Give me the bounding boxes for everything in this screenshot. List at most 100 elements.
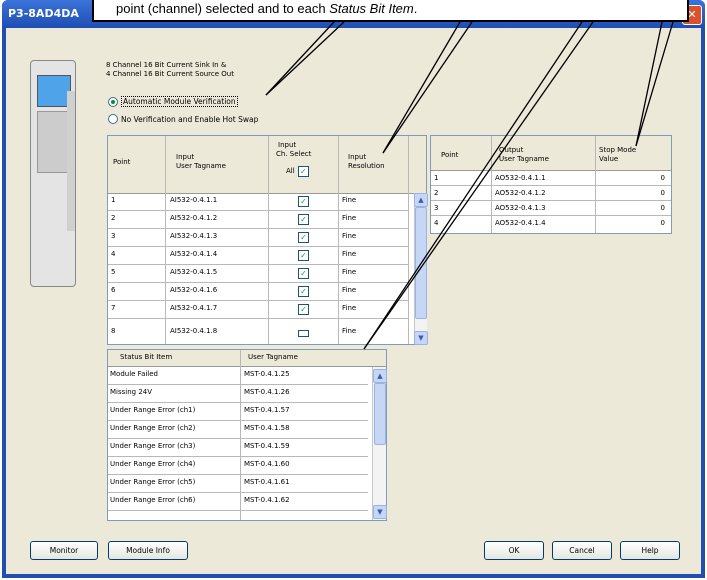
input-scrollbar[interactable]: ▲ ▼ xyxy=(414,193,428,345)
input-point: 7 xyxy=(111,304,116,312)
input-tagname[interactable]: AI532-0.4.1.3 xyxy=(170,229,217,243)
input-resolution[interactable]: Fine xyxy=(342,211,356,225)
col-header-output-2: User Tagname xyxy=(499,155,549,163)
status-item: Module Failed xyxy=(110,370,158,378)
row-divider xyxy=(108,402,368,403)
col-header-tagname-1: Input xyxy=(176,153,195,161)
col-header-user-tagname: User Tagname xyxy=(248,353,298,361)
row-divider xyxy=(108,300,408,301)
status-table-header: Status Bit Item User Tagname xyxy=(108,350,386,367)
col-divider xyxy=(240,350,241,520)
module-info-button[interactable]: Module Info xyxy=(108,541,188,560)
radio-unselected-icon xyxy=(108,114,118,124)
scroll-thumb[interactable] xyxy=(415,207,427,319)
status-item: Under Range Error (ch1) xyxy=(110,406,196,414)
input-tagname[interactable]: AI532-0.4.1.2 xyxy=(170,211,217,225)
radio-no-verification[interactable]: No Verification and Enable Hot Swap xyxy=(108,114,258,124)
input-tagname[interactable]: AI532-0.4.1.7 xyxy=(170,301,217,315)
status-tagname[interactable]: MST-0.4.1.59 xyxy=(244,439,290,453)
help-button[interactable]: Help xyxy=(620,541,680,560)
scroll-down-icon[interactable]: ▼ xyxy=(414,331,428,345)
module-description: 8 Channel 16 Bit Current Sink In & 4 Cha… xyxy=(106,61,234,79)
radio-label: Automatic Module Verification xyxy=(121,96,238,107)
description-line: 8 Channel 16 Bit Current Sink In & xyxy=(106,61,227,69)
status-scrollbar[interactable]: ▲ ▼ xyxy=(372,367,387,520)
output-stop-value[interactable]: 0 xyxy=(599,186,665,200)
output-stop-value[interactable]: 0 xyxy=(599,201,665,215)
checkmark-icon[interactable]: ✓ xyxy=(298,214,309,225)
checkmark-icon[interactable]: ✓ xyxy=(298,268,309,279)
status-tagname[interactable]: MST-0.4.1.58 xyxy=(244,421,290,435)
output-stop-value[interactable]: 0 xyxy=(599,171,665,185)
row-divider xyxy=(108,438,368,439)
status-tagname[interactable]: MST-0.4.1.26 xyxy=(244,385,290,399)
input-resolution[interactable]: Fine xyxy=(342,265,356,279)
input-resolution[interactable]: Fine xyxy=(342,301,356,315)
checkmark-icon[interactable]: ✓ xyxy=(298,304,309,315)
col-divider xyxy=(338,136,339,344)
col-header-output-1: Output xyxy=(499,146,524,154)
input-tagname[interactable]: AI532-0.4.1.4 xyxy=(170,247,217,261)
status-item: Under Range Error (ch3) xyxy=(110,442,196,450)
input-tagname[interactable]: AI532-0.4.1.1 xyxy=(170,193,217,207)
input-point: 1 xyxy=(111,196,116,204)
scroll-down-icon[interactable]: ▼ xyxy=(373,505,387,519)
output-stop-value[interactable]: 0 xyxy=(599,216,665,230)
col-divider xyxy=(408,136,409,344)
col-header-stop-2: Value xyxy=(599,155,619,163)
row-divider xyxy=(108,474,368,475)
output-point: 1 xyxy=(434,174,439,182)
status-item: Under Range Error (ch4) xyxy=(110,460,196,468)
row-divider xyxy=(431,185,671,186)
input-resolution[interactable]: Fine xyxy=(342,327,356,336)
input-resolution[interactable]: Fine xyxy=(342,247,356,261)
input-point: 6 xyxy=(111,286,116,294)
input-point: 2 xyxy=(111,214,116,222)
status-tagname[interactable]: MST-0.4.1.60 xyxy=(244,457,290,471)
col-header-status-item: Status Bit Item xyxy=(120,353,173,361)
cancel-button[interactable]: Cancel xyxy=(552,541,612,560)
ok-button[interactable]: OK xyxy=(484,541,544,560)
checkmark-icon[interactable]: ✓ xyxy=(297,166,309,177)
input-resolution[interactable]: Fine xyxy=(342,193,356,207)
status-tagname[interactable]: MST-0.4.1.62 xyxy=(244,493,290,507)
col-header-select-1: Input xyxy=(278,141,297,149)
checkmark-icon[interactable]: ✓ xyxy=(298,232,309,243)
module-image xyxy=(30,60,76,287)
scroll-up-icon[interactable]: ▲ xyxy=(414,193,428,207)
col-divider xyxy=(268,136,269,344)
row-divider xyxy=(108,420,368,421)
window-title: P3-8AD4DA xyxy=(8,7,79,20)
row-divider xyxy=(108,282,408,283)
scroll-up-icon[interactable]: ▲ xyxy=(373,369,387,383)
status-bit-table: Status Bit Item User Tagname Module Fail… xyxy=(107,349,387,521)
input-tagname[interactable]: AI532-0.4.1.6 xyxy=(170,283,217,297)
output-tagname[interactable]: AO532-0.4.1.3 xyxy=(495,201,546,215)
checkmark-icon[interactable]: ✓ xyxy=(298,250,309,261)
output-point: 4 xyxy=(434,219,439,227)
col-header-point: Point xyxy=(113,158,131,166)
status-item: Under Range Error (ch5) xyxy=(110,478,196,486)
checkmark-icon[interactable]: ✓ xyxy=(298,196,309,207)
radio-automatic-verification[interactable]: Automatic Module Verification xyxy=(108,96,238,107)
radio-label: No Verification and Enable Hot Swap xyxy=(121,114,259,124)
scroll-thumb[interactable] xyxy=(374,383,386,445)
output-tagname[interactable]: AO532-0.4.1.2 xyxy=(495,186,546,200)
input-resolution[interactable]: Fine xyxy=(342,229,356,243)
checkmark-icon[interactable]: ✓ xyxy=(298,286,309,297)
input-resolution[interactable]: Fine xyxy=(342,283,356,297)
output-tagname[interactable]: AO532-0.4.1.1 xyxy=(495,171,546,185)
checkmark-icon[interactable] xyxy=(298,330,309,337)
output-point: 2 xyxy=(434,189,439,197)
row-divider xyxy=(108,384,368,385)
output-tagname[interactable]: AO532-0.4.1.4 xyxy=(495,216,546,230)
input-tagname[interactable]: AI532-0.4.1.8 xyxy=(170,327,217,336)
select-all[interactable]: All ✓ xyxy=(286,166,309,177)
status-tagname[interactable]: MST-0.4.1.57 xyxy=(244,403,290,417)
row-divider xyxy=(108,492,368,493)
status-tagname[interactable]: MST-0.4.1.25 xyxy=(244,367,290,381)
input-tagname[interactable]: AI532-0.4.1.5 xyxy=(170,265,217,279)
row-divider xyxy=(108,228,408,229)
monitor-button[interactable]: Monitor xyxy=(30,541,98,560)
status-tagname[interactable]: MST-0.4.1.61 xyxy=(244,475,290,489)
